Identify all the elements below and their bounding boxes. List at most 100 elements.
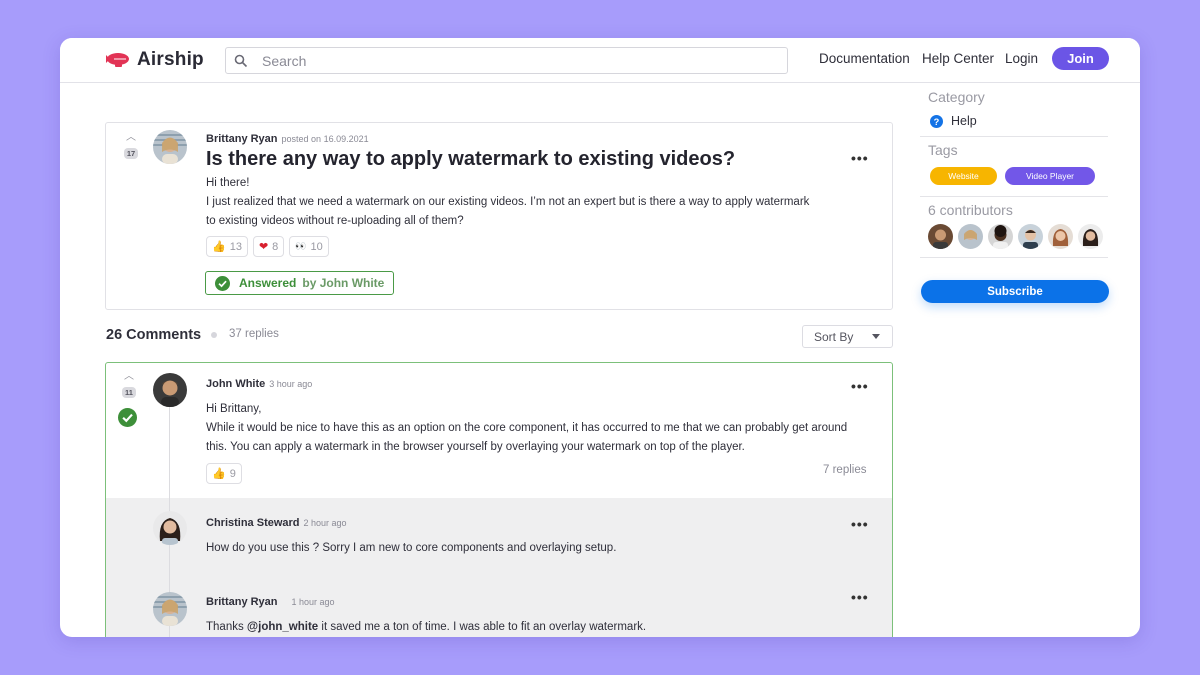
top-navigation: Airship Documentation Help Center Login …	[60, 38, 1140, 83]
post-body-line: to existing videos without re-uploading …	[206, 215, 464, 227]
post-body: Hi there! I just realized that we need a…	[206, 174, 809, 231]
more-options-icon[interactable]: •••	[851, 516, 869, 532]
category-heading: Category	[928, 89, 985, 105]
upvote-chevron-icon[interactable]: ︿	[122, 133, 140, 143]
comments-count: 26 Comments	[106, 327, 202, 343]
contributor-avatar[interactable]	[958, 224, 983, 249]
tags-heading: Tags	[928, 142, 958, 158]
contributor-avatar[interactable]	[1018, 224, 1043, 249]
answered-badge[interactable]: Answered by John White	[205, 271, 394, 295]
comment-time: 3 hour ago	[269, 379, 313, 389]
user-photo-icon	[153, 373, 187, 407]
more-options-icon[interactable]: •••	[851, 378, 869, 394]
reply-text: Thanks	[206, 621, 247, 633]
divider	[920, 257, 1108, 258]
comment-body-line: Hi Brittany,	[206, 403, 262, 415]
post-reactions: 👍 13 ❤ 8 👀 10	[206, 236, 329, 257]
comment-author: John White 3 hour ago	[206, 378, 312, 390]
answered-by: by John White	[302, 276, 385, 290]
comment-body-line: this. You can apply a watermark in the b…	[206, 441, 745, 453]
comment-body-line: While it would be nice to have this as a…	[206, 422, 848, 434]
help-circle-icon: ?	[930, 114, 943, 128]
thumbs-up-icon: 👍	[212, 468, 226, 480]
comment-vote: ︿ 11	[120, 372, 138, 400]
contributors-list	[928, 224, 1103, 249]
sort-label: Sort By	[814, 329, 854, 344]
author-name[interactable]: Brittany Ryan	[206, 596, 278, 608]
reaction-thumbs-up[interactable]: 👍 13	[206, 236, 248, 257]
vote-count: 11	[122, 387, 136, 398]
reply-body: Thanks @john_white it saved me a ton of …	[206, 618, 646, 637]
avatar[interactable]	[153, 592, 187, 626]
post-title: Is there any way to apply watermark to e…	[206, 148, 736, 170]
accepted-comment-thread: ︿ 11 John White 3 hour ago ••• Hi Brittan…	[105, 362, 893, 637]
svg-text:?: ?	[934, 116, 940, 126]
comment-body: Hi Brittany, While it would be nice to h…	[206, 400, 847, 457]
eyes-icon: 👀	[295, 241, 307, 251]
reaction-count: 9	[229, 467, 236, 480]
thumbs-up-icon: 👍	[212, 241, 226, 253]
post-body-line: I just realized that we need a watermark…	[206, 196, 810, 208]
comment-reactions: 👍 9	[206, 463, 242, 484]
reaction-count: 10	[310, 240, 323, 253]
contributor-avatar[interactable]	[1078, 224, 1103, 249]
avatar[interactable]	[153, 511, 187, 545]
contributor-avatar[interactable]	[928, 224, 953, 249]
sort-dropdown[interactable]: Sort By	[802, 325, 893, 348]
reply-time: 1 hour ago	[291, 597, 335, 607]
subscribe-button[interactable]: Subscribe	[921, 280, 1109, 303]
more-options-icon[interactable]: •••	[851, 589, 869, 605]
divider	[920, 196, 1108, 197]
reply-time: 2 hour ago	[303, 518, 347, 528]
airship-icon	[106, 53, 129, 67]
contributors-heading: 6 contributors	[928, 202, 1013, 218]
brand-logo[interactable]: Airship	[105, 49, 204, 71]
accepted-answer-icon	[118, 408, 137, 427]
author-name[interactable]: Brittany Ryan	[206, 133, 278, 145]
user-photo-icon	[153, 511, 187, 545]
question-post: ︿ 17 Brittany Ryan posted on 16.09.2021 I…	[105, 122, 893, 310]
view-replies-link[interactable]: 7 replies	[823, 464, 866, 476]
separator-dot	[211, 332, 217, 338]
category-item[interactable]: ? Help	[930, 114, 977, 128]
post-author: Brittany Ryan posted on 16.09.2021	[206, 133, 369, 145]
tag-website[interactable]: Website	[930, 167, 997, 185]
join-button[interactable]: Join	[1052, 47, 1109, 70]
check-circle-icon	[215, 275, 230, 291]
post-vote: ︿ 17	[122, 133, 140, 161]
nav-documentation[interactable]: Documentation	[819, 51, 910, 66]
author-name[interactable]: John White	[206, 378, 265, 390]
tag-video-player[interactable]: Video Player	[1005, 167, 1095, 185]
app-window: Airship Documentation Help Center Login …	[60, 38, 1140, 637]
more-options-icon[interactable]: •••	[851, 150, 869, 166]
reaction-heart[interactable]: ❤ 8	[252, 236, 285, 257]
divider	[920, 136, 1108, 137]
nav-help-center[interactable]: Help Center	[922, 51, 994, 66]
contributor-avatar[interactable]	[988, 224, 1013, 249]
replies-total: 37 replies	[229, 328, 279, 340]
reply-body: How do you use this ? Sorry I am new to …	[206, 542, 617, 554]
nav-login[interactable]: Login	[1005, 51, 1038, 66]
caret-down-icon	[872, 334, 880, 339]
post-date: posted on 16.09.2021	[281, 134, 369, 144]
reaction-count: 13	[229, 240, 242, 253]
upvote-chevron-icon[interactable]: ︿	[120, 372, 138, 382]
avatar[interactable]	[153, 130, 187, 164]
category-value: Help	[951, 114, 977, 128]
user-mention[interactable]: @john_white	[247, 621, 318, 633]
user-photo-icon	[153, 592, 187, 626]
vote-count: 17	[123, 148, 139, 159]
heart-icon: ❤	[258, 241, 269, 253]
reaction-thumbs-up[interactable]: 👍 9	[206, 463, 242, 484]
reaction-eyes[interactable]: 👀 10	[289, 236, 329, 257]
search-icon	[234, 54, 248, 67]
reply-text: it saved me a ton of time. I was able to…	[318, 621, 647, 633]
user-photo-icon	[153, 130, 187, 164]
search-box[interactable]	[225, 47, 788, 74]
reply-author: Christina Steward 2 hour ago	[206, 517, 347, 529]
search-input[interactable]	[262, 52, 742, 69]
contributor-avatar[interactable]	[1048, 224, 1073, 249]
reaction-count: 8	[272, 240, 279, 253]
avatar[interactable]	[153, 373, 187, 407]
author-name[interactable]: Christina Steward	[206, 517, 300, 529]
